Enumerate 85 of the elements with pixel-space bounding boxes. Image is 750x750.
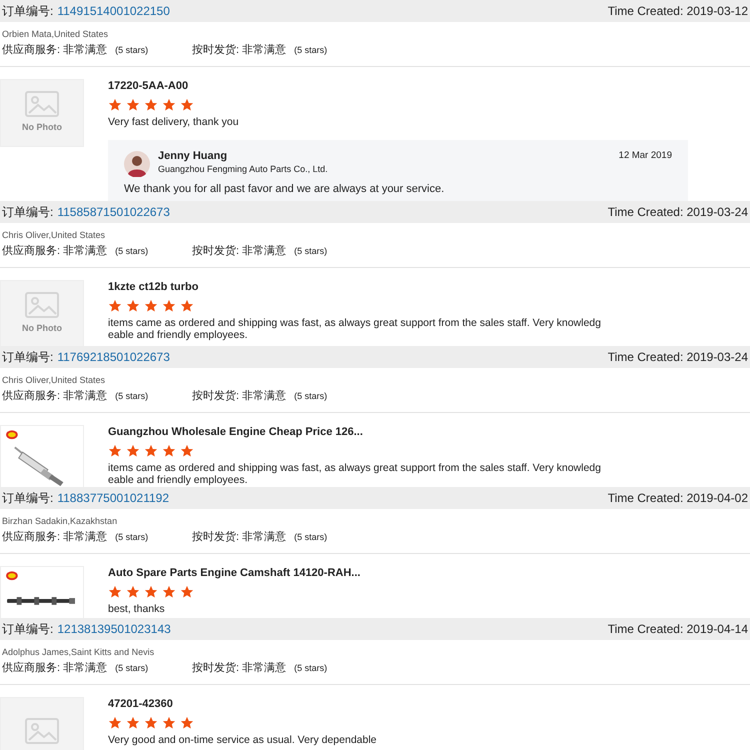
seller-name: Jenny Huang	[158, 149, 228, 163]
rating-label: 供应商服务: 非常满意	[2, 42, 108, 58]
rating-label: 按时发货: 非常满意	[192, 530, 286, 545]
star-icon	[162, 98, 176, 112]
star-icon	[144, 299, 158, 313]
product-title[interactable]: Guangzhou Wholesale Engine Cheap Price 126...	[108, 425, 601, 439]
order-number-label: 订单编号:	[2, 621, 54, 638]
placeholder-label: No Photo	[22, 322, 62, 336]
star-icon	[108, 299, 122, 313]
order-number-link[interactable]: 11769218501022673	[57, 348, 170, 366]
review-comment: Very fast delivery, thank you	[108, 116, 240, 128]
rating-note: (5 stars)	[115, 662, 148, 675]
buyer-name: Birzhan Sadakin,Kazakhstan	[1, 515, 118, 527]
rating-note: (5 stars)	[294, 44, 328, 57]
star-icon	[180, 716, 194, 730]
time-created: Time Created: 2019-04-14	[608, 621, 748, 638]
review-comment: items came as ordered and shipping was fast, as always great support from the sales staff. Very knowledg eable and friendly employees.	[108, 462, 601, 486]
rating-note: (5 stars)	[294, 662, 328, 675]
star-icon	[162, 444, 176, 458]
star-icon	[126, 98, 140, 112]
star-icon	[162, 716, 176, 730]
placeholder-label: No Photo	[22, 121, 62, 134]
star-icon	[126, 716, 140, 730]
reply-text: We thank you for all past favor and we are always at your service.	[124, 183, 446, 196]
order-number-label: 订单编号:	[2, 349, 54, 366]
buyer-name: Chris Oliver,United States	[1, 229, 106, 241]
order-number-link[interactable]: 11585871501022673	[57, 203, 170, 221]
rating-label: 供应商服务: 非常满意	[2, 244, 108, 259]
rating-label: 按时发货: 非常满意	[192, 244, 286, 259]
review-comment: items came as ordered and shipping was fast, as always great support from the sales staff. Very knowledg eable and friendly employees.	[108, 317, 601, 341]
time-created: Time Created: 2019-03-12	[608, 3, 748, 20]
reply-date: 12 Mar 2019	[618, 149, 672, 163]
rating-note: (5 stars)	[115, 44, 148, 57]
star-icon	[108, 98, 122, 112]
rating-label: 按时发货: 非常满意	[192, 661, 286, 676]
star-icon	[144, 98, 158, 112]
product-title[interactable]: 47201-42360	[108, 697, 377, 711]
rating-label: 按时发货: 非常满意	[192, 43, 286, 58]
rating-label: 按时发货: 非常满意	[192, 389, 286, 404]
rating-note: (5 stars)	[294, 390, 328, 403]
rating-note: (5 stars)	[294, 245, 328, 258]
star-icon	[180, 299, 194, 313]
company-name: Guangzhou Fengming Auto Parts Co., Ltd.	[158, 163, 329, 175]
star-icon	[108, 585, 122, 599]
rating-label: 供应商服务: 非常满意	[2, 530, 108, 545]
star-icon	[180, 444, 194, 458]
review-comment: Very good and on-time service as usual. Very dependable	[108, 734, 377, 746]
buyer-name: Orbien Mata,United States	[1, 28, 110, 40]
time-created: Time Created: 2019-04-02	[608, 490, 748, 507]
rating-label: 供应商服务: 非常满意	[2, 660, 108, 676]
time-created: Time Created: 2019-03-24	[608, 349, 748, 366]
order-number-link[interactable]: 11491514001022150	[57, 2, 170, 20]
product-title[interactable]: 1kzte ct12b turbo	[108, 280, 601, 294]
image-icon	[25, 91, 59, 118]
product-title[interactable]: Auto Spare Parts Engine Camshaft 14120-RAH...	[108, 566, 360, 580]
avatar	[124, 151, 150, 177]
rating-note: (5 stars)	[115, 390, 148, 403]
time-created: Time Created: 2019-03-24	[608, 204, 748, 221]
order-number-link[interactable]: 12138139501023143	[57, 620, 171, 638]
star-icon	[162, 299, 176, 313]
order-number-label: 订单编号:	[2, 3, 54, 20]
buyer-name: Chris Oliver,United States	[1, 374, 106, 386]
image-icon	[25, 292, 59, 318]
rating-label: 供应商服务: 非常满意	[2, 388, 108, 404]
order-number-label: 订单编号:	[2, 204, 54, 221]
star-icon	[126, 299, 140, 313]
star-icon	[144, 716, 158, 730]
image-icon	[25, 718, 59, 744]
review-comment: best, thanks	[108, 603, 166, 615]
order-number-label: 订单编号:	[2, 490, 54, 507]
star-icon	[162, 585, 176, 599]
product-title[interactable]: 17220-5AA-A00	[108, 79, 688, 93]
star-icon	[180, 585, 194, 599]
star-icon	[126, 444, 140, 458]
star-icon	[108, 716, 122, 730]
star-icon	[144, 585, 158, 599]
star-icon	[108, 444, 122, 458]
buyer-name: Adolphus James,Saint Kitts and Nevis	[1, 646, 156, 658]
rating-note: (5 stars)	[115, 531, 148, 544]
rating-note: (5 stars)	[294, 531, 328, 544]
star-icon	[126, 585, 140, 599]
star-icon	[144, 444, 158, 458]
rating-note: (5 stars)	[115, 245, 148, 258]
star-icon	[180, 98, 194, 112]
order-number-link[interactable]: 11883775001021192	[57, 489, 170, 507]
